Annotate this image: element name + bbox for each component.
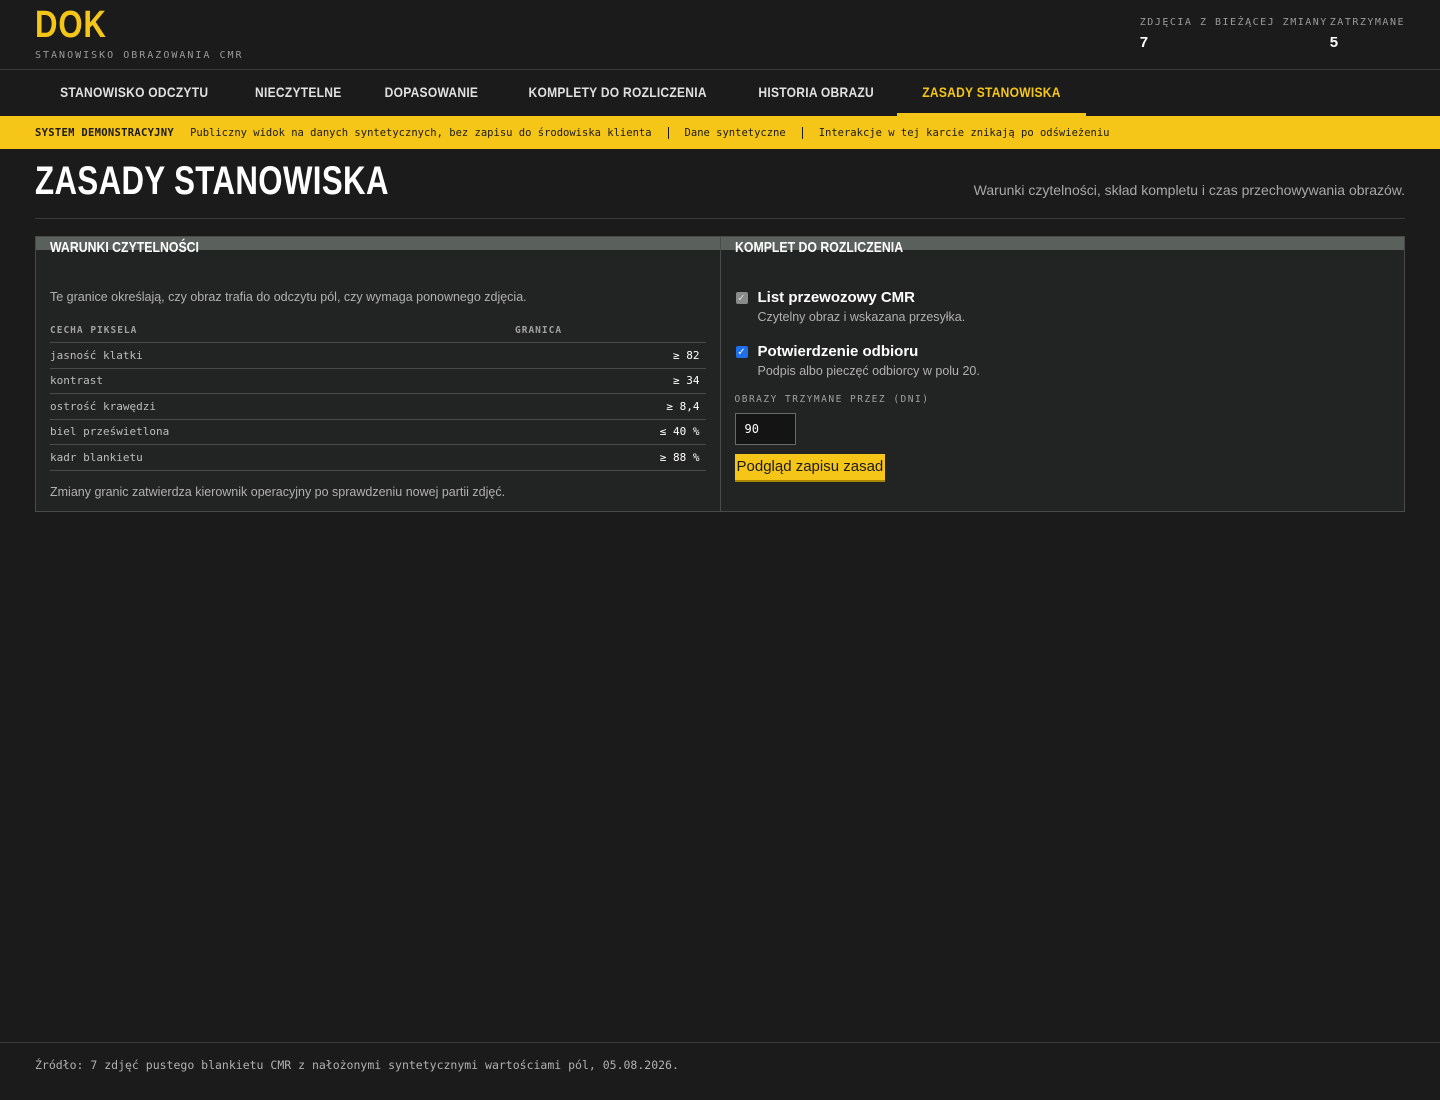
banner-item: Dane syntetyczne [667, 126, 802, 139]
stat-label: ZATRZYMANE [1329, 17, 1405, 28]
checklist-label: List przewozowy CMR [757, 289, 916, 306]
tab-label: NIECZYTELNE [255, 83, 342, 100]
limit-cell: ≥ 88 % [515, 444, 706, 471]
check-icon: ✓ [737, 346, 746, 358]
stat-label: ZDJĘCIA Z BIEŻĄCEJ ZMIANY [1139, 17, 1328, 28]
readability-lead: Te granice określają, czy obraz trafia d… [50, 290, 527, 304]
approval-note: Zmiany granic zatwierdza kierownik opera… [50, 484, 506, 499]
page-title: ZASADY STANOWISKA [35, 159, 389, 203]
table-row: ostrość krawędzi ≥ 8,4 [50, 393, 706, 420]
readability-panel: WARUNKI CZYTELNOŚCI Te granice określają… [36, 237, 720, 511]
tab-reading-station[interactable]: STANOWISKO ODCZYTU [34, 70, 234, 116]
feature-cell: kontrast [50, 368, 515, 394]
panel-title: KOMPLET DO ROZLICZENIA [734, 239, 903, 256]
brand-subtitle: STANOWISKO OBRAZOWANIA CMR [35, 50, 244, 61]
tab-settlement-sets[interactable]: KOMPLETY DO ROZLICZENIA [500, 70, 735, 116]
retention-label: OBRAZY TRZYMANE PRZEZ (DNI) [734, 394, 930, 405]
column-header-limit: GRANICA [515, 325, 706, 343]
feature-cell: jasność klatki [50, 342, 515, 369]
main-tabs: STANOWISKO ODCZYTU NIECZYTELNE DOPASOWAN… [0, 70, 1440, 116]
tab-station-rules[interactable]: ZASADY STANOWISKA [897, 70, 1087, 116]
tab-illegible[interactable]: NIECZYTELNE [234, 70, 363, 116]
feature-cell: ostrość krawędzi [50, 393, 515, 420]
checklist-label: Potwierdzenie odbioru [757, 343, 919, 360]
stat-value: 5 [1329, 34, 1339, 51]
stat-held: ZATRZYMANE 5 [1330, 17, 1405, 51]
banner-item: Publiczny widok na danych syntetycznych,… [190, 126, 652, 139]
shift-stats: ZDJĘCIA Z BIEŻĄCEJ ZMIANY 7 ZATRZYMANE 5 [1140, 17, 1405, 51]
panel-title: WARUNKI CZYTELNOŚCI [50, 239, 199, 256]
tab-label: ZASADY STANOWISKA [922, 83, 1062, 100]
thresholds-table: CECHA PIKSELA GRANICA jasność klatki ≥ 8… [50, 325, 706, 471]
tab-image-history[interactable]: HISTORIA OBRAZU [735, 70, 897, 116]
app-header: DOK STANOWISKO OBRAZOWANIA CMR ZDJĘCIA Z… [0, 0, 1440, 70]
settlement-panel: KOMPLET DO ROZLICZENIA ✓ List przewozowy… [719, 237, 1404, 511]
table-header-row: CECHA PIKSELA GRANICA [50, 325, 706, 343]
tab-matching[interactable]: DOPASOWANIE [363, 70, 500, 116]
checklist-description: Czytelny obraz i wskazana przesyłka. [757, 310, 966, 324]
stat-value: 7 [1139, 34, 1149, 51]
limit-cell: ≤ 40 % [515, 419, 706, 445]
rules-panels: WARUNKI CZYTELNOŚCI Te granice określają… [35, 236, 1405, 512]
receipt-checkbox[interactable]: ✓ [735, 346, 748, 358]
brand: DOK STANOWISKO OBRAZOWANIA CMR [35, 4, 244, 61]
table-row: kadr blankietu ≥ 88 % [50, 444, 706, 471]
stat-current-shift: ZDJĘCIA Z BIEŻĄCEJ ZMIANY 7 [1139, 17, 1328, 51]
feature-cell: kadr blankietu [50, 444, 515, 471]
table-row: kontrast ≥ 34 [50, 368, 706, 394]
tab-label: KOMPLETY DO ROZLICZENIA [528, 83, 707, 100]
page-description: Warunki czytelności, skład kompletu i cz… [973, 182, 1405, 198]
demo-banner: SYSTEM DEMONSTRACYJNY Publiczny widok na… [0, 116, 1440, 149]
banner-item: Interakcje w tej karcie znikają po odświ… [801, 126, 1126, 139]
limit-cell: ≥ 8,4 [515, 393, 706, 420]
checklist-item-cmr: ✓ List przewozowy CMR Czytelny obraz i w… [735, 289, 1391, 324]
retention-days-input[interactable]: 90 [734, 413, 796, 445]
source-footer: Źródło: 7 zdjęć pustego blankietu CMR z … [0, 1042, 1440, 1072]
table-row: biel prześwietlona ≤ 40 % [50, 419, 706, 445]
checklist-item-receipt: ✓ Potwierdzenie odbioru Podpis albo piec… [735, 343, 1391, 378]
brand-logo[interactable]: DOK [35, 4, 107, 46]
demo-tag: SYSTEM DEMONSTRACYJNY [35, 126, 175, 139]
tab-label: STANOWISKO ODCZYTU [60, 83, 209, 100]
tab-label: HISTORIA OBRAZU [758, 83, 875, 100]
tab-label: DOPASOWANIE [384, 83, 479, 100]
page-header: ZASADY STANOWISKA Warunki czytelności, s… [35, 149, 1405, 219]
feature-cell: biel prześwietlona [50, 419, 515, 445]
preview-rules-button[interactable]: Podgląd zapisu zasad [734, 454, 886, 482]
check-icon: ✓ [737, 292, 746, 304]
limit-cell: ≥ 82 [515, 342, 706, 369]
checklist-description: Podpis albo pieczęć odbiorcy w polu 20. [757, 364, 980, 378]
column-header-feature: CECHA PIKSELA [50, 325, 515, 343]
limit-cell: ≥ 34 [515, 368, 706, 394]
table-row: jasność klatki ≥ 82 [50, 342, 706, 369]
cmr-checkbox[interactable]: ✓ [735, 292, 748, 304]
